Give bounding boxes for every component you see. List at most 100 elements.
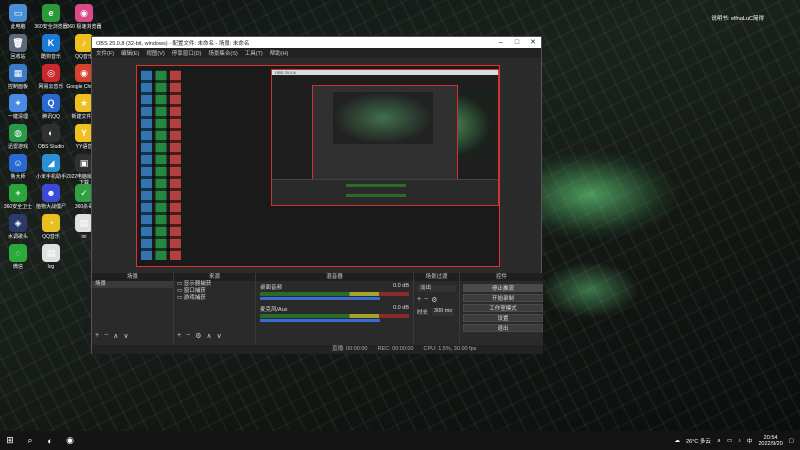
remove-icon[interactable]: − [186,332,190,340]
obs-title: OBS 25.0.8 (32-bit, windows) - 配置文件: 未命名… [96,40,250,47]
mixer-header: 混音器 [256,273,413,281]
close-icon[interactable]: ✕ [525,37,541,48]
nested-docks [272,179,498,205]
add-icon[interactable]: + [177,332,181,340]
chevron-up-icon[interactable]: ∧ [717,438,721,444]
preview-desktop-icons [141,70,181,260]
menu-tools[interactable]: 工具(T) [245,49,263,57]
app-icon: ◉ [75,4,93,22]
app-icon: ✦ [9,94,27,112]
obs-docks: 场景 场景 + − ∧ ∨ 来源 ▭ 显示器捕获 ▭ 窗口捕获 ▭ 游戏捕获 + − ⚙ ∧… [92,273,543,354]
nested-title: OBS 25.0.8 [272,70,498,75]
maximize-icon[interactable]: □ [509,37,525,48]
notification-icon[interactable]: ▢ [789,438,794,444]
exit-button[interactable]: 退出 [463,324,543,332]
channel-name: 麦克风/Aux [260,307,288,313]
app-icon: + [9,184,27,202]
duration-field[interactable]: 300 ms [432,308,455,316]
app-icon: ▦ [9,64,27,82]
volume-slider[interactable] [260,297,380,300]
desktop-icon-label: 360 极速浏览器 [66,24,102,30]
desktop-icon-label: log [47,264,55,270]
search-icon[interactable]: ⌕ [20,431,40,450]
channel-db: 0.0 dB [393,283,409,289]
source-item[interactable]: ▭ 游戏捕获 [174,295,255,302]
remove-icon[interactable]: − [424,296,428,304]
down-icon[interactable]: ∨ [123,332,128,340]
desktop-icon[interactable]: ◉ 360 极速浏览器 [64,4,104,30]
transitions-dock: 场景过渡 淡出 + − ⚙ 时长 300 ms [414,273,460,354]
mixer-channel: 桌面音频 0.0 dB [256,281,413,303]
mixer-dock: 混音器 桌面音频 0.0 dB 麦克风/Aux 0.0 dB [256,273,414,354]
menu-edit[interactable]: 编辑(E) [121,49,139,57]
menu-scene-collection[interactable]: 场景集合(S) [208,49,237,57]
channel-name: 桌面音频 [260,285,283,291]
scenes-header: 场景 [92,273,173,281]
menu-docks[interactable]: 停靠窗口(D) [172,49,202,57]
start-recording-button[interactable]: 开始录制 [463,294,543,302]
rec-status: REC: 00:00:00 [377,346,414,352]
obs-window[interactable]: OBS 25.0.8 (32-bit, windows) - 配置文件: 未命名… [91,36,543,354]
inner-art [333,92,433,144]
duration-label: 时长 [417,310,429,316]
minimize-icon[interactable]: – [493,37,509,48]
mixer-channel: 麦克风/Aux 0.0 dB [256,303,413,325]
gear-icon[interactable]: ⚙ [195,332,201,340]
add-icon[interactable]: + [417,296,421,304]
stop-streaming-button[interactable]: 停止推流 [463,284,543,292]
window-icon: ▭ [177,288,184,294]
obs-status-bar: 直播: 00:00:00 REC: 00:00:00 CPU: 1.5%, 30… [92,345,543,354]
obs-taskbar-icon[interactable]: ◐ [40,431,60,450]
preview-canvas[interactable]: OBS 25.0.8 [136,65,500,267]
up-icon[interactable]: ∧ [206,332,211,340]
desktop-user-label: 说明书: elfnaLuC简得 [711,16,764,22]
add-icon[interactable]: + [95,332,99,340]
clock[interactable]: 20:54 2022/9/20 [758,435,782,447]
app-icon: K [42,34,60,52]
network-icon[interactable]: ▭ [727,438,732,444]
audio-meter [260,292,409,296]
settings-button[interactable]: 设置 [463,314,543,322]
preview-nested-obs: OBS 25.0.8 [271,69,499,206]
menu-help[interactable]: 帮助(H) [270,49,289,57]
remove-icon[interactable]: − [104,332,108,340]
obs-title-bar[interactable]: OBS 25.0.8 (32-bit, windows) - 配置文件: 未命名… [92,37,541,48]
down-icon[interactable]: ∨ [217,332,222,340]
live-status: 直播: 00:00:00 [332,346,368,352]
app-icon: ☻ [42,184,60,202]
studio-mode-button[interactable]: 工作室模式 [463,304,543,312]
app-icon: ▭ [9,4,27,22]
controls-header: 控件 [460,273,543,281]
up-icon[interactable]: ∧ [113,332,118,340]
windows-start-icon[interactable]: ⊞ [0,431,20,450]
date: 2022/9/20 [758,440,783,447]
app-icon: ▤ [42,244,60,262]
sources-toolbar: + − ⚙ ∧ ∨ [177,332,222,340]
volume-slider[interactable] [260,319,380,322]
menu-file[interactable]: 文件(F) [96,49,114,57]
app-icon: ◎ [42,64,60,82]
preview-nested-obs-inner [312,85,458,183]
source-item[interactable]: ▭ 显示器捕获 [174,281,255,288]
volume-icon[interactable]: ♪ [738,438,741,444]
transition-toolbar: + − ⚙ [414,296,459,304]
desktop-icon[interactable]: ▤ log [31,244,71,270]
weather-text[interactable]: 26°C 多云 [686,437,711,445]
scene-item[interactable]: 场景 [92,281,173,288]
gear-icon[interactable]: ⚙ [431,296,437,304]
menu-view[interactable]: 视图(V) [146,49,164,57]
app-icon: 🗑 [9,34,27,52]
display-icon: ▭ [177,281,184,287]
transitions-header: 场景过渡 [414,273,459,281]
sources-dock: 来源 ▭ 显示器捕获 ▭ 窗口捕获 ▭ 游戏捕获 + − ⚙ ∧ ∨ [174,273,256,354]
app-taskbar-icon[interactable]: ◉ [60,431,80,450]
app-icon: ◍ [9,124,27,142]
ime-indicator[interactable]: 中 [747,437,753,445]
scenes-toolbar: + − ∧ ∨ [95,332,128,340]
transition-select[interactable]: 淡出 [417,285,456,292]
source-item[interactable]: ▭ 窗口捕获 [174,288,255,295]
app-icon: e [42,4,60,22]
weather-icon[interactable]: ☁ [675,438,681,444]
app-icon: ◌ [9,244,27,262]
app-icon: ◢ [42,154,60,172]
